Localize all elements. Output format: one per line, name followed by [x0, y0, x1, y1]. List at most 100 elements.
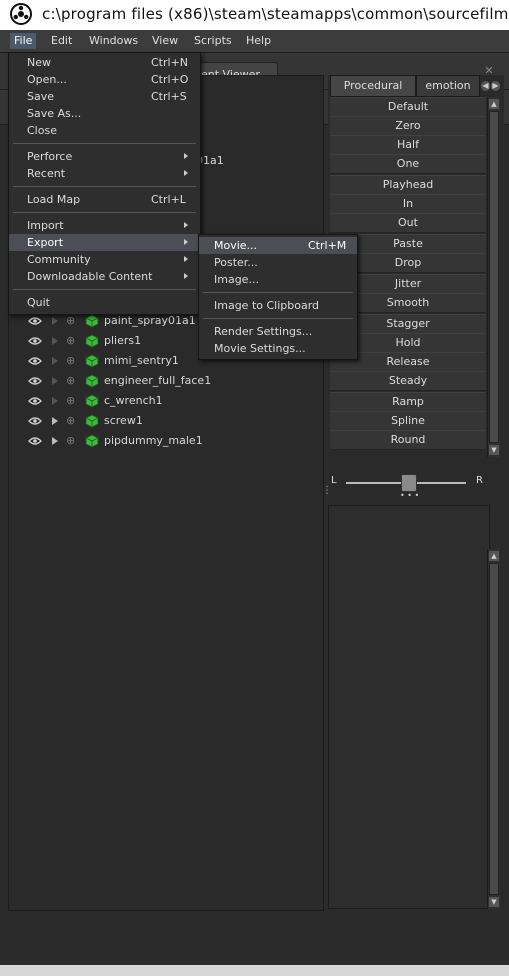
menu-item-import[interactable]: Import	[9, 217, 200, 234]
submenu-arrow-icon	[184, 273, 188, 279]
submenu-arrow-icon	[184, 153, 188, 159]
add-icon[interactable]: ⊕	[66, 335, 76, 346]
model-cube-icon	[85, 414, 99, 428]
menu-separator	[203, 318, 353, 319]
eye-icon[interactable]	[28, 356, 42, 366]
menu-item-movie-settings[interactable]: Movie Settings...	[199, 340, 357, 357]
expand-arrow-icon[interactable]	[52, 417, 58, 425]
submenu-arrow-icon	[184, 222, 188, 228]
scroll-down-icon[interactable]: ▼	[489, 897, 499, 907]
expand-arrow-icon[interactable]	[52, 317, 58, 325]
add-icon[interactable]: ⊕	[66, 395, 76, 406]
scroll-up-icon[interactable]: ▲	[489, 99, 499, 109]
procedural-button-half[interactable]: Half	[330, 135, 486, 155]
submenu-arrow-icon	[184, 170, 188, 176]
slider-right-label: R	[476, 475, 483, 486]
menu-scripts[interactable]: Scripts	[190, 33, 236, 49]
slider-handle[interactable]	[401, 474, 417, 492]
tab-scroll-arrows[interactable]: ◀ ▶	[480, 78, 502, 92]
menu-separator	[13, 143, 196, 144]
procedural-button-default[interactable]: Default	[330, 97, 486, 117]
menu-item-close[interactable]: Close	[9, 122, 200, 139]
menu-item-save[interactable]: Save Ctrl+S	[9, 88, 200, 105]
menu-item-perforce[interactable]: Perforce	[9, 148, 200, 165]
tree-row[interactable]: ⊕ pipdummy_male1	[8, 432, 308, 450]
tree-row-label: screw1	[104, 414, 143, 427]
scroll-up-icon[interactable]: ▲	[489, 551, 499, 561]
procedural-button-out[interactable]: Out	[330, 213, 486, 233]
add-icon[interactable]: ⊕	[66, 355, 76, 366]
menu-file[interactable]: File	[10, 33, 37, 49]
expand-arrow-icon[interactable]	[52, 437, 58, 445]
procedural-panel: Procedural emotion ◀ ▶ Default Zero Half One…	[328, 75, 504, 909]
tree-row[interactable]: ⊕ c_wrench1	[8, 392, 308, 410]
procedural-button-round[interactable]: Round	[330, 430, 486, 450]
menu-item-new[interactable]: New Ctrl+N	[9, 54, 200, 71]
menu-item-open[interactable]: Open... Ctrl+O	[9, 71, 200, 88]
secondary-scrollbar[interactable]: ▲ ▼	[487, 549, 500, 909]
add-icon[interactable]: ⊕	[66, 415, 76, 426]
model-cube-icon	[85, 314, 99, 328]
menu-item-image-to-clipboard[interactable]: Image to Clipboard	[199, 297, 357, 314]
menu-item-movie[interactable]: Movie... Ctrl+M	[199, 237, 357, 254]
expand-arrow-icon[interactable]	[52, 377, 58, 385]
tree-row[interactable]: ⊕ screw1	[8, 412, 308, 430]
add-icon[interactable]: ⊕	[66, 435, 76, 446]
menu-edit[interactable]: Edit	[47, 33, 76, 49]
expand-arrow-icon[interactable]	[52, 357, 58, 365]
menu-windows[interactable]: Windows	[85, 33, 142, 49]
expand-arrow-icon[interactable]	[52, 337, 58, 345]
eye-icon[interactable]	[28, 416, 42, 426]
menu-item-downloadable-content[interactable]: Downloadable Content	[9, 268, 200, 285]
menu-item-export[interactable]: Export	[9, 234, 200, 251]
scroll-thumb[interactable]	[489, 563, 499, 895]
menu-item-poster[interactable]: Poster...	[199, 254, 357, 271]
submenu-arrow-icon	[184, 239, 188, 245]
procedural-button-steady[interactable]: Steady	[330, 371, 486, 391]
eye-icon[interactable]	[28, 376, 42, 386]
procedural-button-zero[interactable]: Zero	[330, 116, 486, 136]
model-cube-icon	[85, 354, 99, 368]
expand-arrow-icon[interactable]	[52, 397, 58, 405]
procedural-button-in[interactable]: In	[330, 194, 486, 214]
procedural-button-ramp[interactable]: Ramp	[330, 392, 486, 412]
menu-separator	[13, 186, 196, 187]
eye-icon[interactable]	[28, 316, 42, 326]
menu-item-render-settings[interactable]: Render Settings...	[199, 323, 357, 340]
window-title-bar: c:\program files (x86)\steam\steamapps\c…	[0, 0, 509, 30]
chevron-left-icon[interactable]: ◀	[481, 81, 490, 91]
model-cube-icon	[85, 374, 99, 388]
tree-row[interactable]: ⊕ engineer_full_face1	[8, 372, 308, 390]
slider-grip-icon: • • •	[400, 491, 420, 500]
procedural-button-playhead[interactable]: Playhead	[330, 175, 486, 195]
menu-item-image[interactable]: Image...	[199, 271, 357, 288]
right-tabs: Procedural emotion ◀ ▶	[328, 75, 504, 97]
menu-item-save-as[interactable]: Save As...	[9, 105, 200, 122]
scroll-thumb[interactable]	[489, 111, 499, 443]
eye-icon[interactable]	[28, 336, 42, 346]
scroll-down-icon[interactable]: ▼	[489, 445, 499, 455]
menu-separator	[13, 289, 196, 290]
procedural-button-one[interactable]: One	[330, 154, 486, 174]
procedural-button-spline[interactable]: Spline	[330, 411, 486, 431]
menu-view[interactable]: View	[148, 33, 182, 49]
menu-item-community[interactable]: Community	[9, 251, 200, 268]
add-icon[interactable]: ⊕	[66, 375, 76, 386]
eye-icon[interactable]	[28, 396, 42, 406]
window-title: c:\program files (x86)\steam\steamapps\c…	[42, 5, 509, 23]
menu-item-load-map[interactable]: Load Map Ctrl+L	[9, 191, 200, 208]
procedural-scrollbar[interactable]: ▲ ▼	[487, 97, 500, 457]
chevron-right-icon[interactable]: ▶	[491, 81, 500, 91]
eye-icon[interactable]	[28, 436, 42, 446]
add-icon[interactable]: ⊕	[66, 315, 76, 326]
model-cube-icon	[85, 334, 99, 348]
tree-row-label: c_wrench1	[104, 394, 163, 407]
tab-emotion[interactable]: emotion	[416, 75, 480, 97]
file-menu: New Ctrl+N Open... Ctrl+O Save Ctrl+S Save …	[8, 52, 201, 315]
status-bar	[0, 965, 509, 976]
tab-procedural[interactable]: Procedural	[330, 75, 416, 97]
menu-help[interactable]: Help	[242, 33, 275, 49]
menu-item-quit[interactable]: Quit	[9, 294, 200, 311]
menu-item-recent[interactable]: Recent	[9, 165, 200, 182]
sfm-app-icon	[10, 3, 32, 25]
